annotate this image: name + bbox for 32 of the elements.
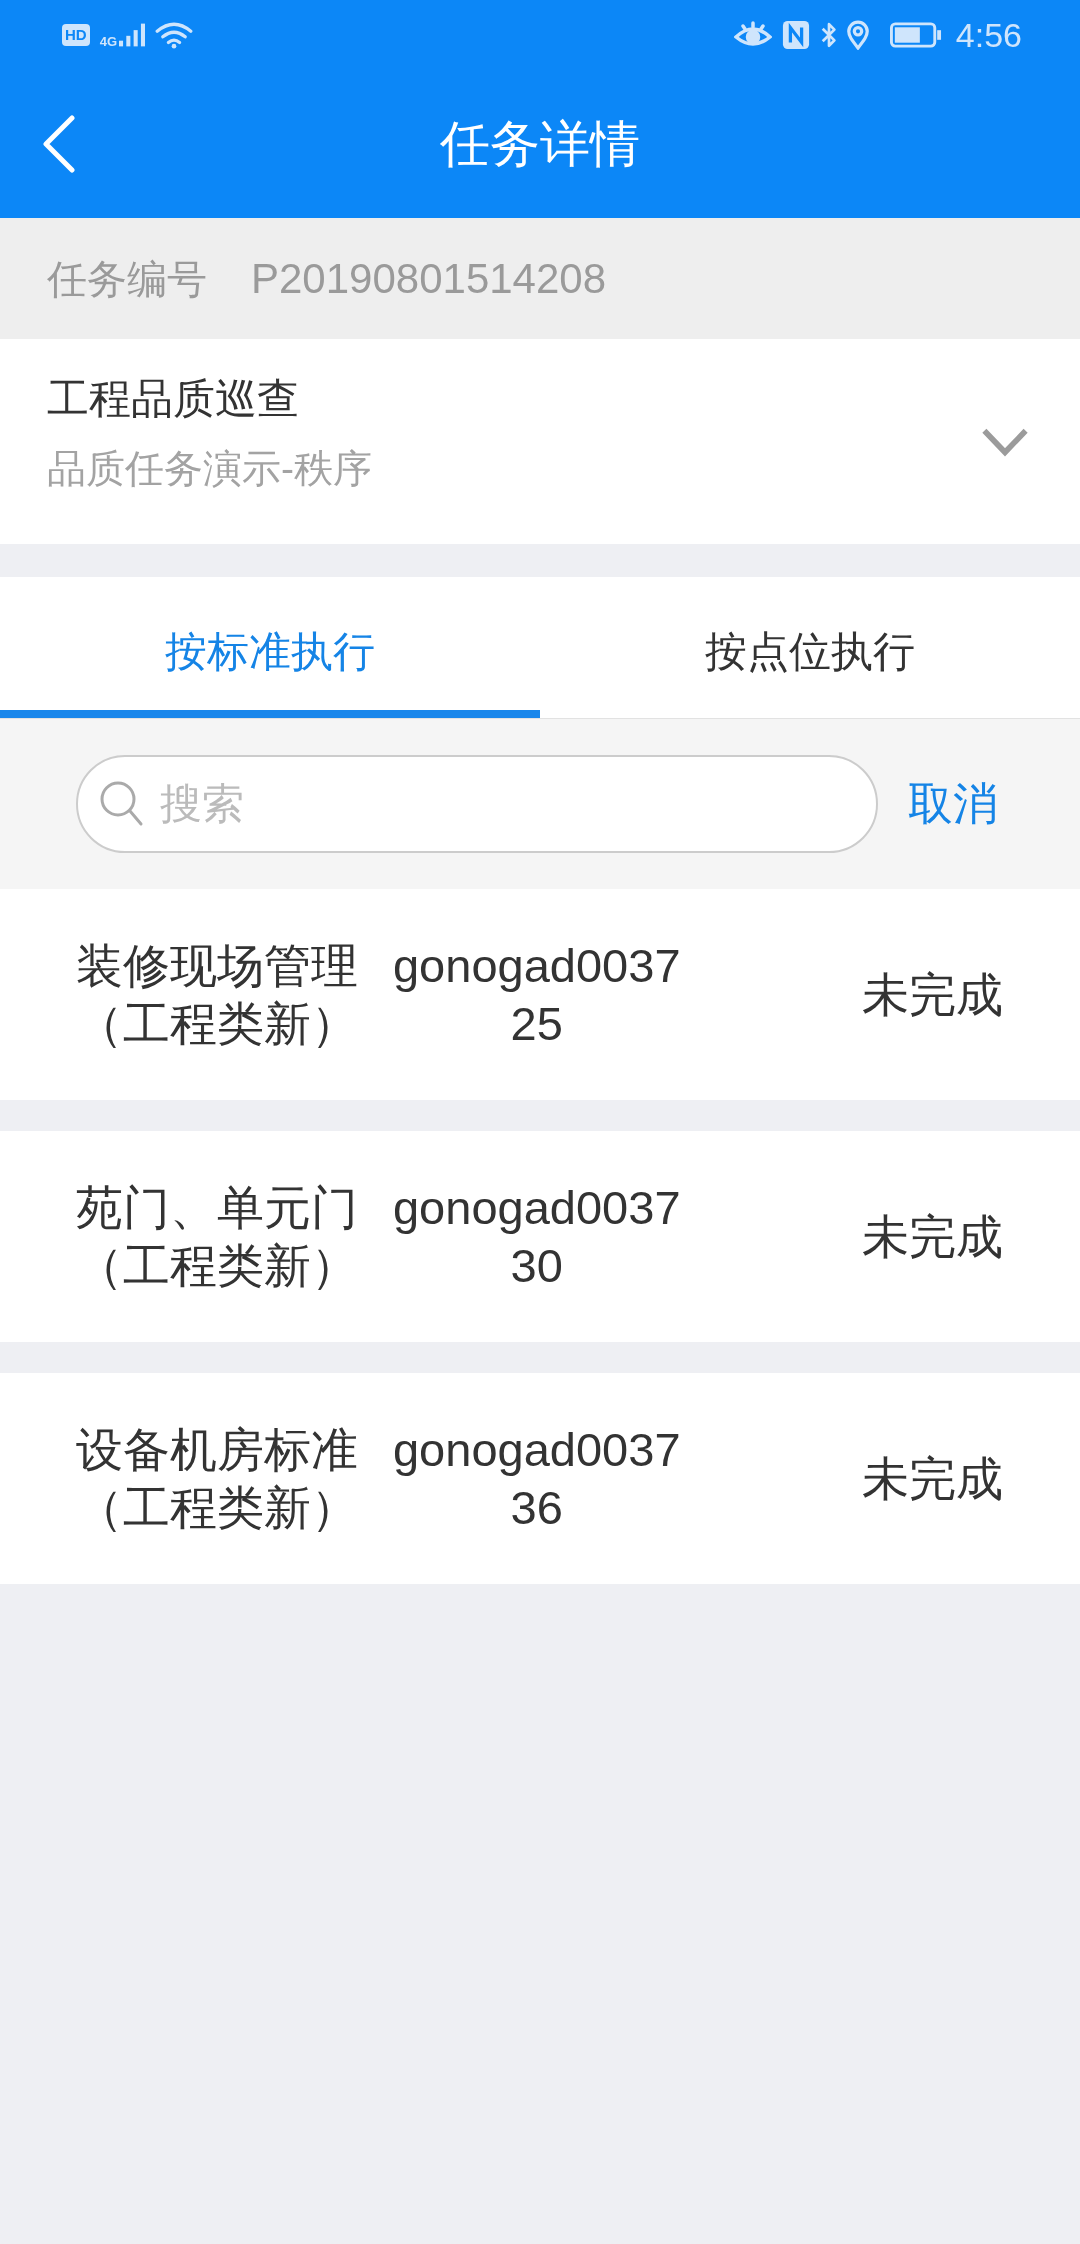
chevron-down-icon[interactable] bbox=[980, 427, 1030, 457]
task-item-name: 设备机房标准（工程类新） bbox=[76, 1421, 359, 1536]
task-item-status: 未完成 bbox=[862, 966, 1003, 1023]
signal-icon bbox=[119, 23, 145, 47]
task-number-label: 任务编号 bbox=[47, 255, 207, 303]
task-item-name: 装修现场管理（工程类新） bbox=[76, 937, 359, 1052]
hd-badge: HD bbox=[62, 24, 90, 46]
back-chevron-icon bbox=[42, 115, 76, 173]
task-row[interactable]: 设备机房标准（工程类新） gonogad003736 未完成 bbox=[0, 1373, 1080, 1584]
task-item-code: gonogad003725 bbox=[392, 937, 682, 1052]
nfc-icon bbox=[781, 20, 810, 50]
task-title: 工程品质巡查 bbox=[47, 374, 299, 424]
cancel-button[interactable]: 取消 bbox=[908, 774, 998, 834]
task-item-name: 苑门、单元门（工程类新） bbox=[76, 1179, 359, 1294]
tab[interactable]: 按点位执行 bbox=[540, 577, 1080, 718]
wifi-icon bbox=[155, 21, 193, 49]
status-time: 4:56 bbox=[955, 15, 1022, 55]
location-icon bbox=[845, 20, 870, 50]
task-row[interactable]: 苑门、单元门（工程类新） gonogad003730 未完成 bbox=[0, 1131, 1080, 1342]
task-row[interactable]: 装修现场管理（工程类新） gonogad003725 未完成 bbox=[0, 889, 1080, 1100]
task-item-code: gonogad003730 bbox=[392, 1179, 682, 1294]
task-number-value: P20190801514208 bbox=[251, 253, 607, 304]
task-item-status: 未完成 bbox=[862, 1208, 1003, 1265]
page-title: 任务详情 bbox=[440, 115, 640, 174]
eye-icon bbox=[733, 21, 772, 49]
task-item-code: gonogad003736 bbox=[392, 1421, 682, 1536]
task-subtitle: 品质任务演示-秩序 bbox=[47, 446, 372, 492]
task-item-status: 未完成 bbox=[862, 1450, 1003, 1507]
network-type: 4G bbox=[99, 35, 117, 49]
bluetooth-icon bbox=[819, 20, 838, 50]
battery-icon bbox=[889, 22, 942, 48]
search-field[interactable]: 搜索 bbox=[76, 755, 878, 853]
